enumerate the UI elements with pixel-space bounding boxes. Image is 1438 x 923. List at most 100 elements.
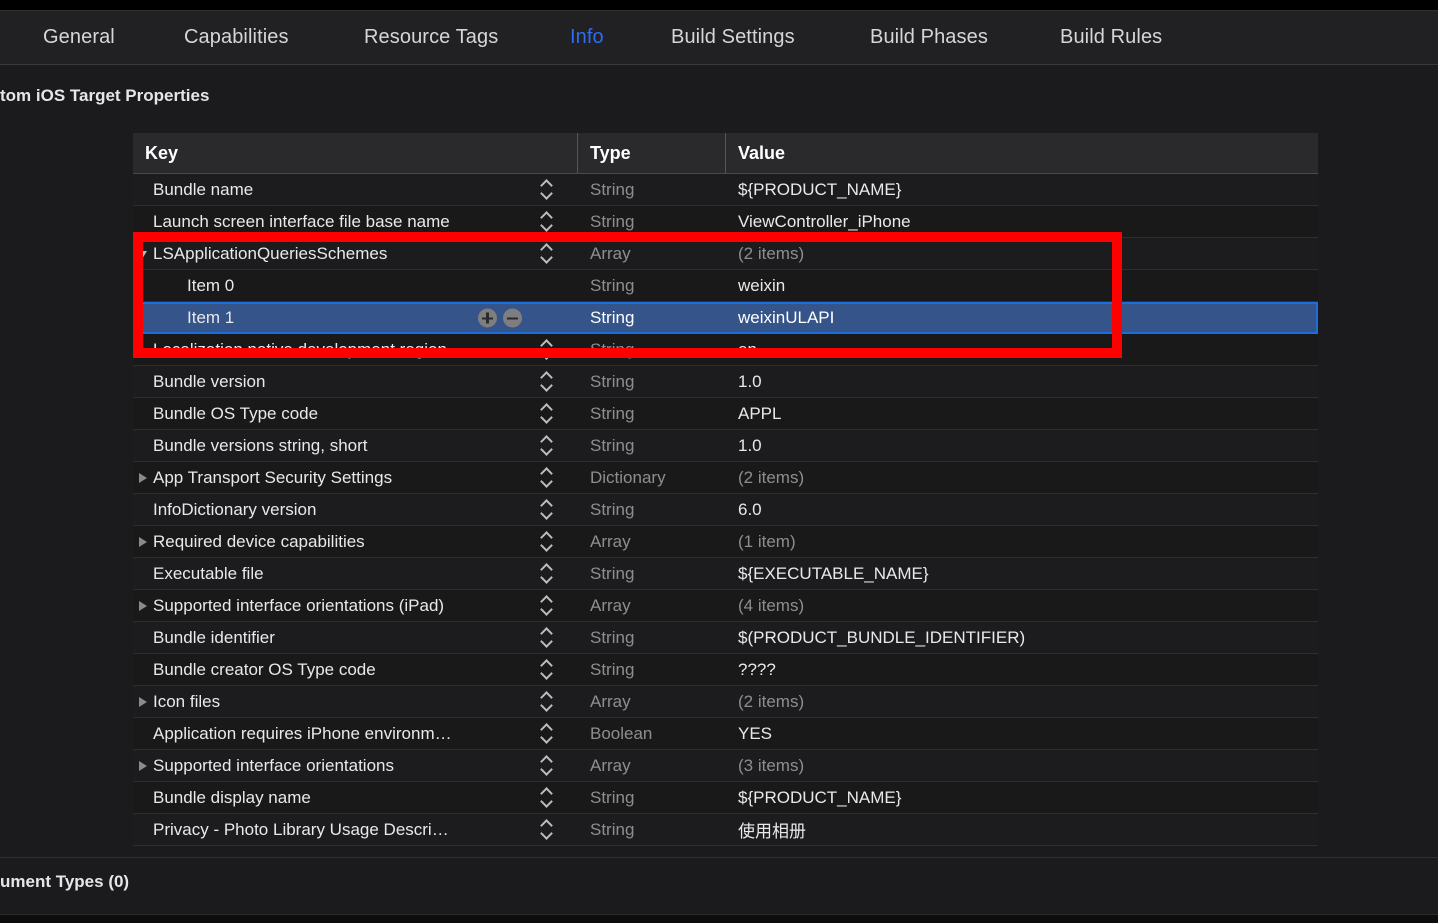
row-key-cell[interactable]: Executable file	[133, 558, 578, 589]
row-value-cell[interactable]: ViewController_iPhone	[726, 206, 1318, 237]
row-value-cell[interactable]: ${PRODUCT_NAME}	[726, 174, 1318, 205]
key-stepper-icon[interactable]	[540, 210, 556, 234]
column-header-key[interactable]: Key	[133, 133, 578, 173]
disclosure-triangle-closed-icon[interactable]	[135, 758, 151, 774]
row-key-cell[interactable]: Bundle identifier	[133, 622, 578, 653]
tab-general[interactable]: General	[41, 22, 117, 53]
row-value-cell[interactable]: (2 items)	[726, 686, 1318, 717]
column-header-value[interactable]: Value	[726, 133, 1318, 173]
row-value-cell[interactable]: YES	[726, 718, 1318, 749]
row-value-cell[interactable]: (1 item)	[726, 526, 1318, 557]
row-key-cell[interactable]: Bundle versions string, short	[133, 430, 578, 461]
remove-item-icon[interactable]	[503, 309, 522, 328]
row-type-cell[interactable]: String	[578, 270, 726, 301]
row-type-cell[interactable]: String	[578, 304, 726, 332]
key-stepper-icon[interactable]	[540, 370, 556, 394]
row-key-cell[interactable]: Application requires iPhone environm…	[133, 718, 578, 749]
row-value-cell[interactable]: (4 items)	[726, 590, 1318, 621]
table-row[interactable]: Item 0Stringweixin	[133, 270, 1318, 302]
row-value-cell[interactable]: 使用相册	[726, 814, 1318, 845]
row-key-cell[interactable]: Bundle creator OS Type code	[133, 654, 578, 685]
table-row[interactable]: Privacy - Photo Library Usage Descri…Str…	[133, 814, 1318, 846]
key-stepper-icon[interactable]	[540, 338, 556, 362]
row-value-cell[interactable]: weixinULAPI	[726, 304, 1316, 332]
row-key-cell[interactable]: Bundle name	[133, 174, 578, 205]
key-stepper-icon[interactable]	[540, 178, 556, 202]
row-type-cell[interactable]: Array	[578, 238, 726, 269]
row-key-cell[interactable]: Privacy - Photo Library Usage Descri…	[133, 814, 578, 845]
row-type-cell[interactable]: String	[578, 814, 726, 845]
table-row[interactable]: Bundle identifierString$(PRODUCT_BUNDLE_…	[133, 622, 1318, 654]
row-value-cell[interactable]: (2 items)	[726, 462, 1318, 493]
row-value-cell[interactable]: 6.0	[726, 494, 1318, 525]
row-type-cell[interactable]: Array	[578, 686, 726, 717]
table-row[interactable]: Bundle nameString${PRODUCT_NAME}	[133, 174, 1318, 206]
row-type-cell[interactable]: Array	[578, 590, 726, 621]
row-key-cell[interactable]: Item 1	[133, 304, 578, 332]
row-key-cell[interactable]: Supported interface orientations	[133, 750, 578, 781]
key-stepper-icon[interactable]	[540, 530, 556, 554]
row-type-cell[interactable]: String	[578, 654, 726, 685]
row-type-cell[interactable]: String	[578, 622, 726, 653]
key-stepper-icon[interactable]	[540, 690, 556, 714]
column-header-type[interactable]: Type	[578, 133, 726, 173]
key-stepper-icon[interactable]	[540, 658, 556, 682]
row-key-cell[interactable]: LSApplicationQueriesSchemes	[133, 238, 578, 269]
row-type-cell[interactable]: String	[578, 398, 726, 429]
row-value-cell[interactable]: en	[726, 334, 1318, 365]
disclosure-triangle-closed-icon[interactable]	[135, 694, 151, 710]
row-key-cell[interactable]: Icon files	[133, 686, 578, 717]
table-row[interactable]: Launch screen interface file base nameSt…	[133, 206, 1318, 238]
table-row[interactable]: Supported interface orientationsArray(3 …	[133, 750, 1318, 782]
table-row[interactable]: LSApplicationQueriesSchemesArray(2 items…	[133, 238, 1318, 270]
table-row[interactable]: Bundle versions string, shortString1.0	[133, 430, 1318, 462]
row-type-cell[interactable]: String	[578, 206, 726, 237]
row-key-cell[interactable]: InfoDictionary version	[133, 494, 578, 525]
row-key-cell[interactable]: Item 0	[133, 270, 578, 301]
row-type-cell[interactable]: Dictionary	[578, 462, 726, 493]
table-row[interactable]: Executable fileString${EXECUTABLE_NAME}	[133, 558, 1318, 590]
key-stepper-icon[interactable]	[540, 498, 556, 522]
row-type-cell[interactable]: String	[578, 430, 726, 461]
disclosure-triangle-closed-icon[interactable]	[135, 598, 151, 614]
tab-resource-tags[interactable]: Resource Tags	[362, 22, 500, 53]
row-value-cell[interactable]: 1.0	[726, 366, 1318, 397]
key-stepper-icon[interactable]	[540, 626, 556, 650]
table-row[interactable]: Item 1StringweixinULAPI	[133, 302, 1318, 334]
row-type-cell[interactable]: String	[578, 494, 726, 525]
row-type-cell[interactable]: String	[578, 782, 726, 813]
row-type-cell[interactable]: Array	[578, 526, 726, 557]
key-stepper-icon[interactable]	[540, 818, 556, 842]
key-stepper-icon[interactable]	[540, 562, 556, 586]
table-row[interactable]: Icon filesArray(2 items)	[133, 686, 1318, 718]
table-row[interactable]: App Transport Security SettingsDictionar…	[133, 462, 1318, 494]
row-key-cell[interactable]: Launch screen interface file base name	[133, 206, 578, 237]
row-value-cell[interactable]: 1.0	[726, 430, 1318, 461]
disclosure-triangle-closed-icon[interactable]	[135, 534, 151, 550]
key-stepper-icon[interactable]	[540, 594, 556, 618]
row-value-cell[interactable]: $(PRODUCT_BUNDLE_IDENTIFIER)	[726, 622, 1318, 653]
disclosure-triangle-open-icon[interactable]	[135, 246, 151, 262]
row-key-cell[interactable]: App Transport Security Settings	[133, 462, 578, 493]
row-key-cell[interactable]: Bundle display name	[133, 782, 578, 813]
key-stepper-icon[interactable]	[540, 242, 556, 266]
tab-build-phases[interactable]: Build Phases	[868, 22, 990, 53]
key-stepper-icon[interactable]	[540, 722, 556, 746]
row-value-cell[interactable]: ????	[726, 654, 1318, 685]
table-row[interactable]: Supported interface orientations (iPad)A…	[133, 590, 1318, 622]
table-row[interactable]: Bundle display nameString${PRODUCT_NAME}	[133, 782, 1318, 814]
table-row[interactable]: Application requires iPhone environm…Boo…	[133, 718, 1318, 750]
table-row[interactable]: Bundle OS Type codeStringAPPL	[133, 398, 1318, 430]
row-type-cell[interactable]: String	[578, 366, 726, 397]
tab-info[interactable]: Info	[568, 22, 606, 53]
key-stepper-icon[interactable]	[540, 466, 556, 490]
table-row[interactable]: Bundle creator OS Type codeString????	[133, 654, 1318, 686]
table-row[interactable]: Bundle versionString1.0	[133, 366, 1318, 398]
row-type-cell[interactable]: String	[578, 334, 726, 365]
table-row[interactable]: Required device capabilitiesArray(1 item…	[133, 526, 1318, 558]
add-item-icon[interactable]	[478, 309, 497, 328]
disclosure-triangle-closed-icon[interactable]	[135, 470, 151, 486]
row-type-cell[interactable]: String	[578, 174, 726, 205]
row-value-cell[interactable]: weixin	[726, 270, 1318, 301]
row-value-cell[interactable]: APPL	[726, 398, 1318, 429]
